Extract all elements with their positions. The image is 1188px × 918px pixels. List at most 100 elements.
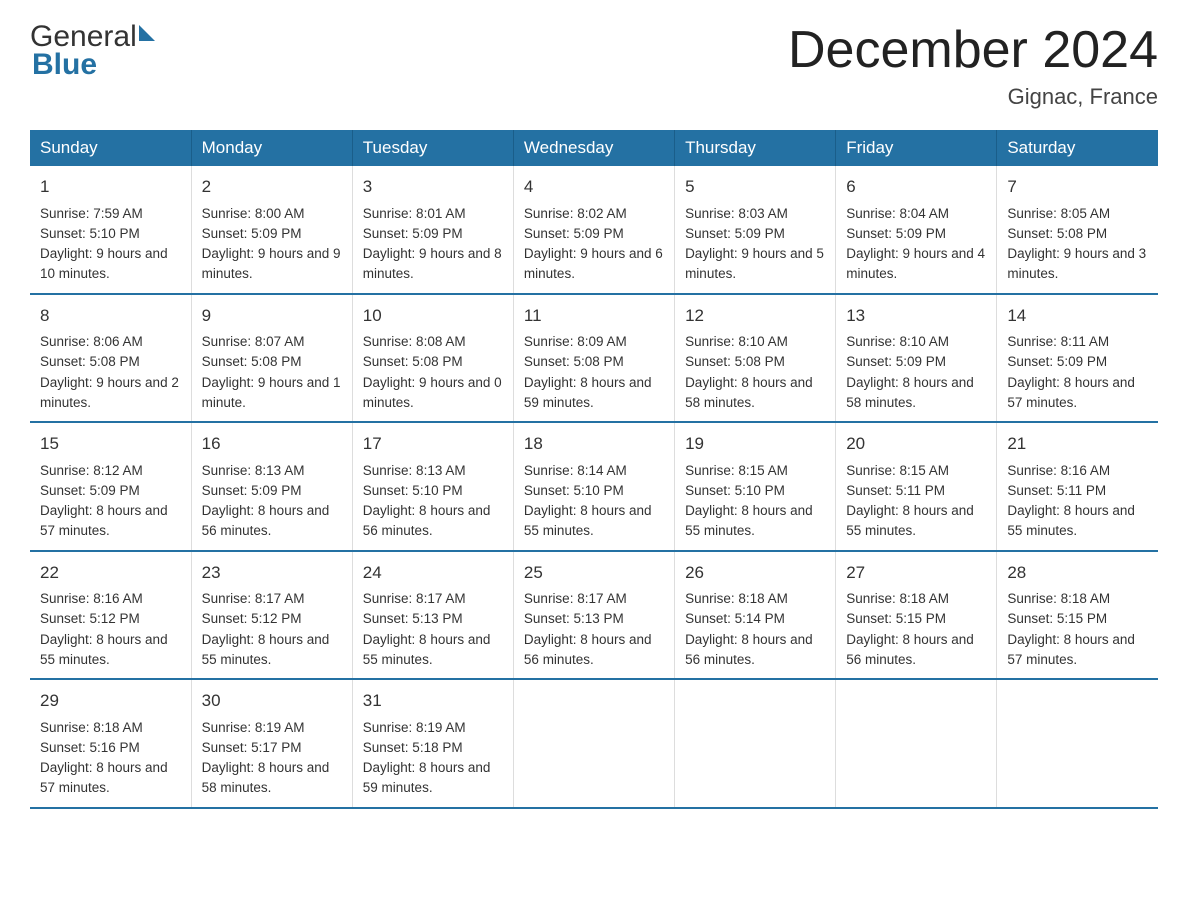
calendar-cell: 22Sunrise: 8:16 AMSunset: 5:12 PMDayligh… [30,551,191,680]
calendar-cell [997,679,1158,808]
calendar-cell: 30Sunrise: 8:19 AMSunset: 5:17 PMDayligh… [191,679,352,808]
daylight-label: Daylight: 8 hours and 58 minutes. [685,375,813,410]
sunset-label: Sunset: 5:08 PM [40,354,140,369]
calendar-cell: 12Sunrise: 8:10 AMSunset: 5:08 PMDayligh… [675,294,836,423]
day-number: 2 [202,174,342,200]
header-tuesday: Tuesday [352,130,513,166]
calendar-cell: 17Sunrise: 8:13 AMSunset: 5:10 PMDayligh… [352,422,513,551]
sunset-label: Sunset: 5:08 PM [202,354,302,369]
week-row-2: 8 Sunrise: 8:06 AM Sunset: 5:08 PM Daylight… [30,294,1158,423]
sunrise-label: Sunrise: 8:19 AM [202,720,305,735]
page-header: General Blue December 2024 Gignac, Franc… [30,20,1158,110]
sunrise-label: Sunrise: 8:10 AM [846,334,949,349]
sunrise-label: Sunrise: 8:06 AM [40,334,143,349]
header-monday: Monday [191,130,352,166]
sunrise-label: Sunrise: 8:15 AM [685,463,788,478]
sunset-label: Sunset: 5:13 PM [524,611,624,626]
daylight-label: Daylight: 8 hours and 57 minutes. [40,503,168,538]
day-number: 17 [363,431,503,457]
header-thursday: Thursday [675,130,836,166]
sunset-label: Sunset: 5:09 PM [363,226,463,241]
day-number: 24 [363,560,503,586]
logo: General Blue [30,20,155,82]
day-number: 6 [846,174,986,200]
day-number: 11 [524,303,664,329]
calendar-cell [675,679,836,808]
daylight-label: Daylight: 8 hours and 56 minutes. [202,503,330,538]
day-number: 15 [40,431,181,457]
day-number: 12 [685,303,825,329]
sunset-label: Sunset: 5:10 PM [363,483,463,498]
calendar-cell: 24Sunrise: 8:17 AMSunset: 5:13 PMDayligh… [352,551,513,680]
sunset-label: Sunset: 5:08 PM [524,354,624,369]
day-number: 8 [40,303,181,329]
daylight-label: Daylight: 8 hours and 57 minutes. [1007,632,1135,667]
calendar-cell: 16Sunrise: 8:13 AMSunset: 5:09 PMDayligh… [191,422,352,551]
day-number: 18 [524,431,664,457]
sunset-label: Sunset: 5:18 PM [363,740,463,755]
calendar-cell: 19Sunrise: 8:15 AMSunset: 5:10 PMDayligh… [675,422,836,551]
sunset-label: Sunset: 5:09 PM [202,483,302,498]
sunset-label: Sunset: 5:09 PM [202,226,302,241]
sunset-label: Sunset: 5:09 PM [846,226,946,241]
calendar-cell: 23Sunrise: 8:17 AMSunset: 5:12 PMDayligh… [191,551,352,680]
daylight-label: Daylight: 9 hours and 0 minutes. [363,375,502,410]
header-wednesday: Wednesday [513,130,674,166]
header-sunday: Sunday [30,130,191,166]
daylight-label: Daylight: 8 hours and 58 minutes. [846,375,974,410]
week-row-3: 15Sunrise: 8:12 AMSunset: 5:09 PMDayligh… [30,422,1158,551]
sunrise-label: Sunrise: 8:16 AM [1007,463,1110,478]
sunrise-label: Sunrise: 8:18 AM [40,720,143,735]
calendar-header-row: SundayMondayTuesdayWednesdayThursdayFrid… [30,130,1158,166]
sunrise-label: Sunrise: 8:01 AM [363,206,466,221]
daylight-label: Daylight: 9 hours and 5 minutes. [685,246,824,281]
calendar-cell: 2Sunrise: 8:00 AMSunset: 5:09 PMDaylight… [191,166,352,294]
week-row-1: 1Sunrise: 7:59 AMSunset: 5:10 PMDaylight… [30,166,1158,294]
logo-blue-text: Blue [30,48,155,82]
day-number: 9 [202,303,342,329]
week-row-4: 22Sunrise: 8:16 AMSunset: 5:12 PMDayligh… [30,551,1158,680]
day-number: 19 [685,431,825,457]
daylight-label: Daylight: 9 hours and 6 minutes. [524,246,663,281]
sunset-label: Sunset: 5:10 PM [40,226,140,241]
daylight-label: Daylight: 8 hours and 58 minutes. [202,760,330,795]
logo-triangle-icon [139,25,155,41]
sunset-label: Sunset: 5:17 PM [202,740,302,755]
header-friday: Friday [836,130,997,166]
sunrise-label: Sunrise: 7:59 AM [40,206,143,221]
sunrise-label: Sunrise: 8:13 AM [363,463,466,478]
daylight-label: Daylight: 9 hours and 2 minutes. [40,375,179,410]
sunset-label: Sunset: 5:13 PM [363,611,463,626]
day-number: 13 [846,303,986,329]
sunset-label: Sunset: 5:11 PM [846,483,945,498]
sunrise-label: Sunrise: 8:17 AM [363,591,466,606]
sunset-label: Sunset: 5:15 PM [846,611,946,626]
sunset-label: Sunset: 5:09 PM [524,226,624,241]
sunrise-label: Sunrise: 8:11 AM [1007,334,1109,349]
calendar-cell: 21Sunrise: 8:16 AMSunset: 5:11 PMDayligh… [997,422,1158,551]
daylight-label: Daylight: 9 hours and 4 minutes. [846,246,985,281]
sunset-label: Sunset: 5:09 PM [40,483,140,498]
day-number: 21 [1007,431,1148,457]
sunrise-label: Sunrise: 8:18 AM [685,591,788,606]
calendar-cell: 6 Sunrise: 8:04 AM Sunset: 5:09 PM Daylight… [836,166,997,294]
sunrise-label: Sunrise: 8:02 AM [524,206,627,221]
calendar-cell: 28Sunrise: 8:18 AMSunset: 5:15 PMDayligh… [997,551,1158,680]
daylight-label: Daylight: 9 hours and 8 minutes. [363,246,502,281]
sunset-label: Sunset: 5:14 PM [685,611,785,626]
sunrise-label: Sunrise: 8:17 AM [202,591,305,606]
sunrise-label: Sunrise: 8:04 AM [846,206,949,221]
calendar-cell: 1Sunrise: 7:59 AMSunset: 5:10 PMDaylight… [30,166,191,294]
calendar-cell [513,679,674,808]
daylight-label: Daylight: 8 hours and 59 minutes. [363,760,491,795]
calendar-cell: 29Sunrise: 8:18 AMSunset: 5:16 PMDayligh… [30,679,191,808]
day-number: 27 [846,560,986,586]
day-number: 29 [40,688,181,714]
sunrise-label: Sunrise: 8:03 AM [685,206,788,221]
daylight-label: Daylight: 8 hours and 57 minutes. [1007,375,1135,410]
sunrise-label: Sunrise: 8:08 AM [363,334,466,349]
daylight-label: Daylight: 8 hours and 59 minutes. [524,375,652,410]
calendar-cell [836,679,997,808]
daylight-label: Daylight: 8 hours and 56 minutes. [524,632,652,667]
calendar-cell: 10Sunrise: 8:08 AMSunset: 5:08 PMDayligh… [352,294,513,423]
